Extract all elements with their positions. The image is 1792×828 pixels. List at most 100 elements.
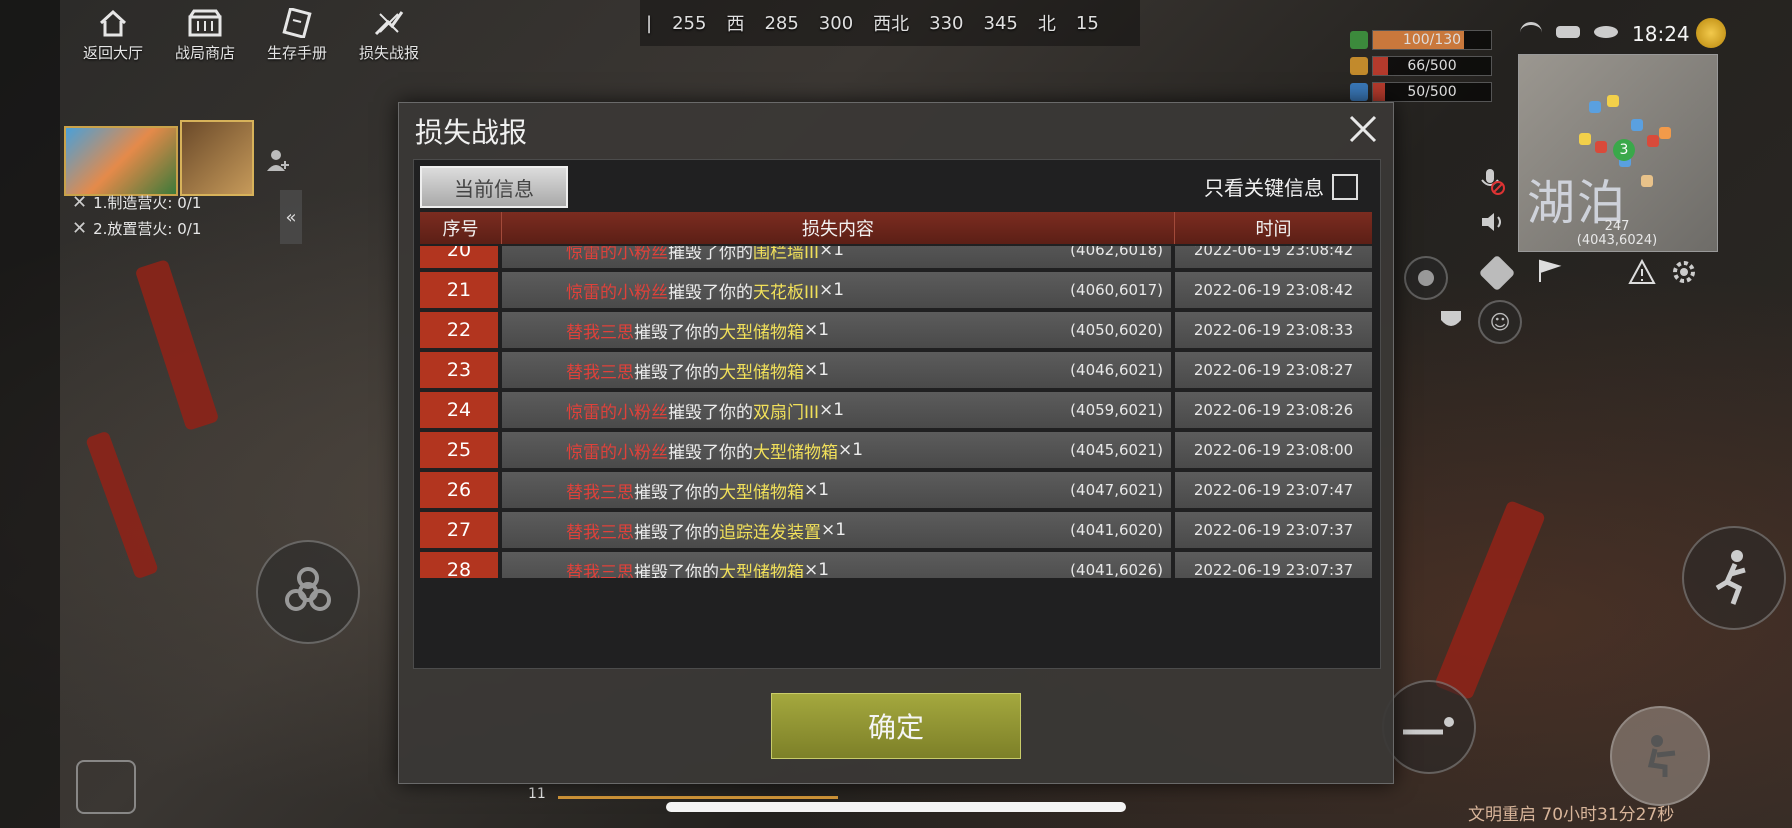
- action-text: 摧毁了你的: [668, 442, 753, 463]
- item-quantity: ×1: [838, 440, 864, 460]
- emote-icon: ☺: [1489, 310, 1511, 334]
- key-info-filter[interactable]: 只看关键信息: [1204, 172, 1358, 201]
- task-item: ✕ 1.制造营火: 0/1: [72, 190, 201, 216]
- row-content: 替我三思 摧毁了你的 大型储物箱 ×1 (4041,6026): [502, 552, 1171, 578]
- home-icon: [96, 8, 130, 38]
- map-marker: [1647, 135, 1659, 147]
- survival-manual-button[interactable]: 生存手册: [262, 8, 332, 63]
- water-bar: 50/500: [1372, 82, 1492, 102]
- settings-gear-icon[interactable]: [1670, 258, 1698, 286]
- tab-current-info[interactable]: 当前信息: [420, 166, 568, 208]
- report-row: 27 替我三思 摧毁了你的 追踪连发装置 ×1 (4041,6020) 2022-06-19…: [420, 512, 1372, 548]
- map-count: 247: [1604, 219, 1630, 234]
- report-row: 22 替我三思 摧毁了你的 大型储物箱 ×1 (4050,6020) 2022-06-19 …: [420, 312, 1372, 348]
- incomplete-x-icon: ✕: [72, 192, 88, 213]
- row-time: 2022-06-19 23:07:47: [1175, 472, 1372, 508]
- jump-button[interactable]: [1682, 526, 1786, 630]
- level-progress-bar: [558, 796, 838, 799]
- item-quantity: ×1: [819, 246, 845, 260]
- destroyed-item: 双扇门III: [753, 402, 820, 423]
- add-teammate-icon[interactable]: [258, 140, 298, 180]
- back-to-lobby-button[interactable]: 返回大厅: [78, 8, 148, 63]
- warning-icon[interactable]: [1628, 258, 1656, 286]
- row-number: 24: [420, 392, 498, 428]
- crouch-button[interactable]: [1610, 706, 1710, 806]
- health-bar: 100/130: [1372, 30, 1492, 50]
- map-coords: 247 (4043,6024): [1518, 220, 1716, 248]
- status-icons: [1520, 22, 1618, 43]
- battle-shop-button[interactable]: 战局商店: [170, 8, 240, 63]
- flag-icon[interactable]: [1536, 258, 1562, 284]
- team-avatar-2[interactable]: [180, 120, 254, 196]
- map-marker: [1607, 95, 1619, 107]
- confirm-button[interactable]: 确定: [771, 693, 1021, 759]
- back-to-lobby-label: 返回大厅: [82, 44, 143, 62]
- dialog-title: 损失战报: [415, 116, 528, 149]
- key-info-checkbox[interactable]: [1332, 173, 1358, 200]
- report-row: 23 替我三思 摧毁了你的 大型储物箱 ×1 (4046,6021) 2022-06-19 …: [420, 352, 1372, 388]
- crouch-icon: [1647, 735, 1676, 777]
- heart-icon: [1350, 31, 1368, 49]
- attacker-name: 替我三思: [566, 562, 634, 579]
- boat-icon: [1556, 26, 1580, 38]
- row-time: 2022-06-19 23:07:37: [1175, 552, 1372, 578]
- background-red-pipe: [85, 430, 159, 580]
- survival-manual-label: 生存手册: [266, 44, 327, 62]
- manual-icon: [280, 8, 314, 38]
- report-list[interactable]: 20 惊雷的小粉丝 摧毁了你的 围栏墙III ×1 (4062,6018) 2022-06-…: [420, 246, 1372, 578]
- location-coords: (4060,6017): [1070, 281, 1163, 299]
- map-marker: [1589, 101, 1601, 113]
- location-coords: (4050,6020): [1070, 321, 1163, 339]
- mask-icon[interactable]: [1438, 306, 1464, 332]
- compass-tick: 300: [818, 12, 854, 34]
- report-row: 20 惊雷的小粉丝 摧毁了你的 围栏墙III ×1 (4062,6018) 2022-06-…: [420, 246, 1372, 268]
- location-coords: (4041,6020): [1070, 521, 1163, 539]
- close-button[interactable]: [1345, 111, 1381, 147]
- report-panel: 当前信息 只看关键信息 序号 损失内容 时间 20 惊雷的小粉丝 摧毁了你的 围栏墙I…: [413, 159, 1381, 721]
- location-coords: (4062,6018): [1070, 246, 1163, 259]
- item-quantity: ×1: [804, 360, 830, 380]
- prone-icon: [1403, 717, 1454, 735]
- prone-button[interactable]: [1382, 680, 1476, 774]
- team-avatar-1[interactable]: [64, 126, 178, 196]
- bandage-icon[interactable]: [1478, 254, 1516, 292]
- biohazard-button[interactable]: [256, 540, 360, 644]
- item-quantity: ×1: [804, 320, 830, 340]
- task-label: 2.放置营火: 0/1: [93, 220, 202, 238]
- wifi-icon: [1520, 22, 1542, 43]
- attacker-name: 替我三思: [566, 522, 634, 543]
- report-row: 28 替我三思 摧毁了你的 大型储物箱 ×1 (4041,6026) 2022-06-19 …: [420, 552, 1372, 578]
- speaker-icon[interactable]: [1478, 208, 1506, 236]
- destroyed-item: 围栏墙III: [753, 246, 820, 263]
- jump-icon: [1715, 550, 1746, 605]
- header-content: 损失内容: [502, 212, 1175, 244]
- attacker-name: 替我三思: [566, 322, 634, 343]
- attacker-name: 替我三思: [566, 482, 634, 503]
- row-time: 2022-06-19 23:07:37: [1175, 512, 1372, 548]
- row-content: 替我三思 摧毁了你的 大型储物箱 ×1 (4047,6021): [502, 472, 1171, 508]
- compass-tick: 西北: [873, 14, 910, 35]
- mic-muted-icon[interactable]: [1474, 164, 1508, 198]
- compass-tick: 北: [1037, 14, 1056, 35]
- destroyed-item: 大型储物箱: [719, 482, 804, 503]
- shop-icon: [188, 8, 222, 38]
- sun-coin-icon[interactable]: [1696, 18, 1726, 48]
- hunger-value: 66/500: [1407, 58, 1457, 74]
- background-red-pipe: [1433, 499, 1547, 701]
- loss-report-dialog: 损失战报 当前信息 只看关键信息 序号 损失内容 时间 20 惊雷的小粉丝 摧毁了你…: [398, 102, 1394, 784]
- row-number: 21: [420, 272, 498, 308]
- scope-button[interactable]: [1404, 256, 1448, 300]
- map-coordinates: (4043,6024): [1576, 233, 1658, 248]
- puzzle-icon[interactable]: [76, 760, 136, 814]
- health-stat: 100/130: [1350, 30, 1492, 50]
- emote-button[interactable]: ☺: [1478, 300, 1522, 344]
- row-time: 2022-06-19 23:08:27: [1175, 352, 1372, 388]
- compass-tick: 15: [1075, 12, 1099, 34]
- compass-tick: 西: [726, 14, 745, 35]
- row-content: 惊雷的小粉丝 摧毁了你的 天花板III ×1 (4060,6017): [502, 272, 1171, 308]
- collapse-arrow-icon[interactable]: «: [280, 190, 302, 244]
- water-drop-icon: [1350, 83, 1368, 101]
- loss-report-button[interactable]: 损失战报: [354, 8, 424, 63]
- header-no: 序号: [420, 212, 502, 244]
- destroyed-item: 大型储物箱: [719, 362, 804, 383]
